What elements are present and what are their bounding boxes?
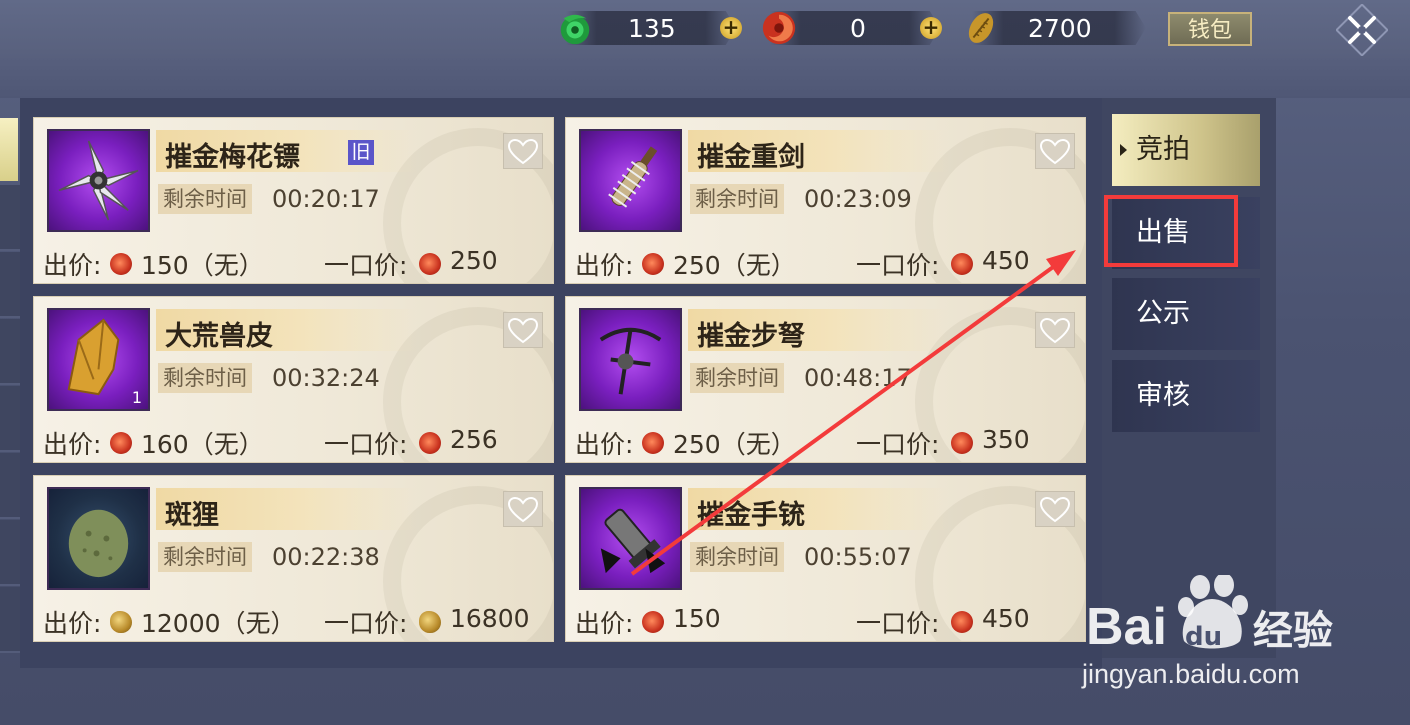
red-coin-amount: 0 — [850, 13, 866, 43]
jade-currency-icon — [560, 14, 590, 45]
red-coin-currency-icon — [762, 11, 796, 45]
gold-shell-amount: 2700 — [1028, 13, 1092, 43]
watermark-brand-b: du — [1185, 622, 1223, 652]
add-red-coin-button[interactable]: + — [920, 17, 942, 39]
watermark-brand-a: Bai — [1086, 598, 1167, 656]
baidu-watermark: Bai 经验 du jingyan.baidu.com — [1082, 573, 1402, 699]
watermark-url: jingyan.baidu.com — [1082, 659, 1300, 689]
gold-shell-currency-icon — [968, 13, 994, 43]
jade-currency: 135 — [556, 11, 736, 45]
add-jade-button[interactable]: + — [720, 17, 742, 39]
watermark-brand-cn: 经验 — [1252, 609, 1333, 653]
